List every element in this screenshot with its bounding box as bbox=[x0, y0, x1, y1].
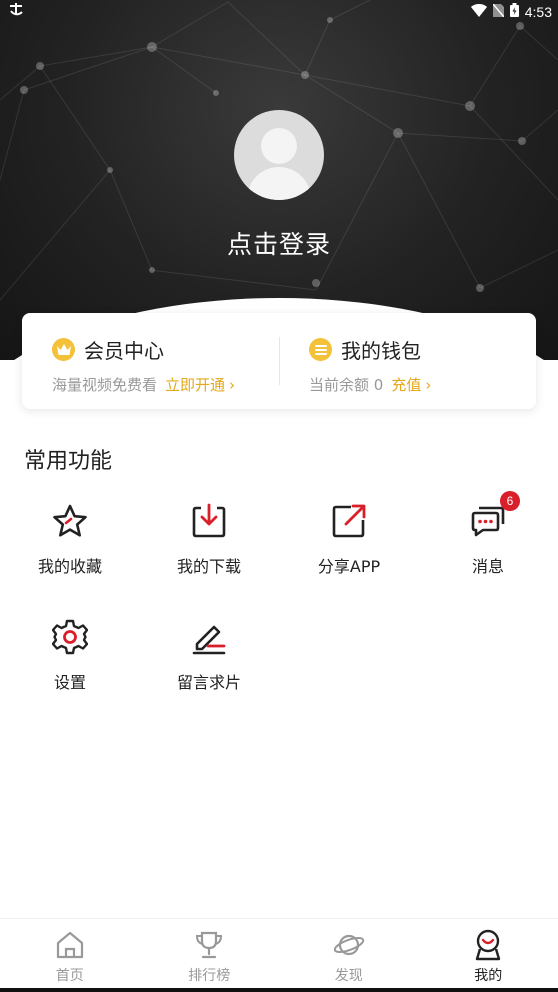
chevron-right-icon: › bbox=[229, 375, 236, 394]
avatar[interactable] bbox=[234, 110, 324, 200]
request-movie-label: 留言求片 bbox=[176, 673, 241, 692]
message-badge: 6 bbox=[500, 491, 520, 511]
wallet-title: 我的钱包 bbox=[341, 339, 421, 363]
home-icon bbox=[55, 929, 85, 961]
message-icon: 6 bbox=[418, 491, 558, 543]
avatar-head bbox=[261, 128, 297, 164]
nav-discover[interactable]: 发现 bbox=[279, 919, 419, 990]
wallet-icon bbox=[309, 338, 332, 361]
vip-open-link[interactable]: 立即开通 › bbox=[165, 374, 235, 395]
vip-title: 会员中心 bbox=[84, 339, 164, 363]
request-movie-item[interactable]: 留言求片 bbox=[139, 615, 279, 693]
vip-open-label: 立即开通 bbox=[165, 376, 226, 394]
nav-home-label: 首页 bbox=[55, 968, 84, 984]
wallet-balance: 当前余额 0 bbox=[309, 376, 384, 394]
membership-card: 会员中心 海量视频免费看 立即开通 › 我的钱包 当前余额 0 充值 › bbox=[22, 313, 536, 409]
messages-item[interactable]: 6 消息 bbox=[418, 491, 558, 577]
edit-icon bbox=[139, 615, 279, 659]
share-icon bbox=[279, 499, 419, 543]
share-app-item[interactable]: 分享APP bbox=[279, 499, 419, 577]
nav-mine-label: 我的 bbox=[474, 968, 503, 984]
wallet[interactable]: 我的钱包 当前余额 0 充值 › bbox=[279, 313, 536, 409]
share-app-label: 分享APP bbox=[317, 557, 381, 576]
recharge-link[interactable]: 充值 › bbox=[391, 374, 431, 395]
chevron-right-icon: › bbox=[425, 375, 432, 394]
nav-ranking[interactable]: 排行榜 bbox=[140, 919, 280, 990]
planet-icon bbox=[333, 929, 365, 961]
favorites-label: 我的收藏 bbox=[37, 557, 102, 576]
avatar-body bbox=[247, 167, 311, 200]
crown-icon bbox=[52, 338, 75, 361]
settings-item[interactable]: 设置 bbox=[0, 615, 140, 693]
status-bar: 4:53 bbox=[0, 0, 558, 24]
system-nav-bar bbox=[0, 988, 558, 992]
download-icon bbox=[139, 499, 279, 543]
nav-discover-label: 发现 bbox=[334, 968, 363, 984]
messages-label: 消息 bbox=[471, 557, 504, 576]
wifi-icon bbox=[470, 3, 487, 21]
favorites-item[interactable]: 我的收藏 bbox=[0, 499, 140, 577]
downloads-item[interactable]: 我的下载 bbox=[139, 499, 279, 577]
nav-mine[interactable]: 我的 bbox=[419, 919, 558, 990]
nav-home[interactable]: 首页 bbox=[0, 919, 140, 990]
trophy-icon bbox=[194, 929, 224, 961]
login-button[interactable]: 点击登录 bbox=[0, 225, 558, 261]
status-time: 4:53 bbox=[524, 4, 552, 20]
star-icon bbox=[0, 499, 140, 543]
recharge-label: 充值 bbox=[391, 376, 422, 394]
gear-icon bbox=[0, 615, 140, 659]
vip-center[interactable]: 会员中心 海量视频免费看 立即开通 › bbox=[22, 313, 279, 409]
no-sim-icon bbox=[492, 3, 505, 21]
profile-icon bbox=[473, 929, 503, 961]
nav-ranking-label: 排行榜 bbox=[188, 968, 231, 984]
vip-subtitle: 海量视频免费看 bbox=[52, 376, 158, 394]
battery-icon bbox=[509, 3, 519, 21]
downloads-label: 我的下载 bbox=[176, 557, 241, 576]
bottom-nav: 首页 排行榜 发现 我的 bbox=[0, 918, 558, 990]
settings-label: 设置 bbox=[53, 673, 86, 692]
section-title: 常用功能 bbox=[24, 449, 113, 474]
app-notification-icon bbox=[8, 3, 24, 21]
